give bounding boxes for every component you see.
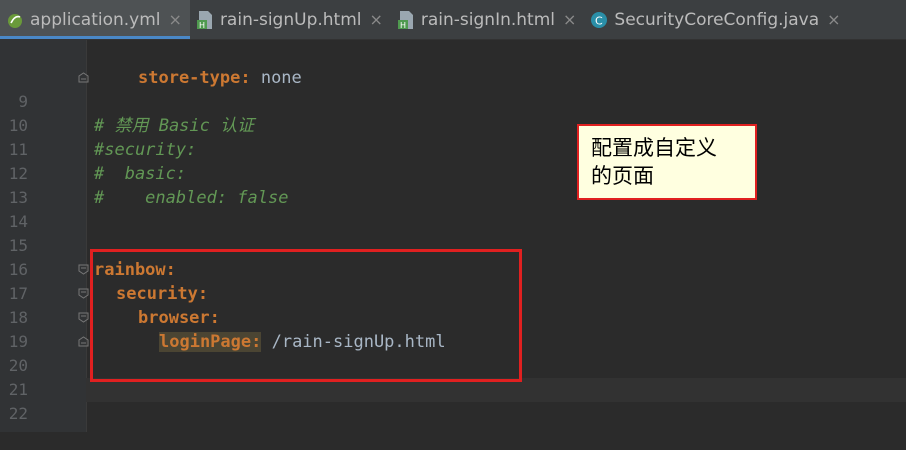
tab-securitycoreconfig-java[interactable]: C SecurityCoreConfig.java × (584, 0, 848, 39)
close-icon[interactable]: × (827, 10, 840, 29)
line-number: 22 (8, 404, 28, 423)
code-line[interactable]: 13 # basic: (0, 162, 906, 207)
html-file-icon: H (397, 10, 413, 30)
yaml-comment: # basic: (94, 164, 187, 184)
yaml-comment: # 禁用 Basic 认证 (94, 116, 255, 136)
html-file-icon: H (196, 10, 212, 30)
yaml-key: store-type: (138, 68, 251, 88)
tab-application-yml[interactable]: application.yml × (0, 0, 190, 39)
code-line[interactable]: 12 #security: (0, 138, 906, 183)
yaml-value: none (250, 68, 302, 88)
fold-start-icon[interactable] (78, 264, 89, 275)
tab-label: rain-signIn.html (420, 9, 555, 30)
fold-start-icon[interactable] (78, 288, 89, 299)
svg-text:H: H (400, 21, 406, 30)
code-line[interactable]: 14 # enabled: false (0, 186, 906, 231)
annotation-text: 配置成自定义 (591, 136, 717, 160)
highlight-box (90, 249, 522, 382)
tab-label: SecurityCoreConfig.java (614, 9, 820, 30)
editor-tab-bar: application.yml × H rain-signUp.html × H… (0, 0, 906, 40)
code-line[interactable]: 10 (0, 90, 906, 135)
close-icon[interactable]: × (369, 10, 382, 29)
tab-label: application.yml (30, 9, 161, 30)
spring-config-icon (8, 13, 22, 28)
tab-rain-signin-html[interactable]: H rain-signIn.html × (391, 0, 585, 39)
code-line[interactable]: 15 (0, 210, 906, 255)
close-icon[interactable]: × (169, 10, 182, 29)
tab-rain-signup-html[interactable]: H rain-signUp.html × (190, 0, 391, 39)
fold-end-icon[interactable] (78, 72, 89, 83)
yaml-comment: # enabled: false (94, 188, 289, 208)
annotation-callout: 配置成自定义 的页面 (577, 124, 757, 200)
tab-label: rain-signUp.html (219, 9, 362, 30)
annotation-text: 的页面 (591, 164, 654, 188)
code-line[interactable]: 9 store-type: none (0, 66, 906, 111)
close-icon[interactable]: × (563, 10, 576, 29)
code-line[interactable]: 11 # 禁用 Basic 认证 (0, 114, 906, 159)
java-class-icon: C (591, 11, 608, 28)
svg-text:H: H (199, 21, 205, 30)
svg-text:C: C (595, 14, 603, 27)
fold-end-icon[interactable] (78, 336, 89, 347)
yaml-comment: #security: (94, 140, 197, 160)
fold-start-icon[interactable] (78, 312, 89, 323)
